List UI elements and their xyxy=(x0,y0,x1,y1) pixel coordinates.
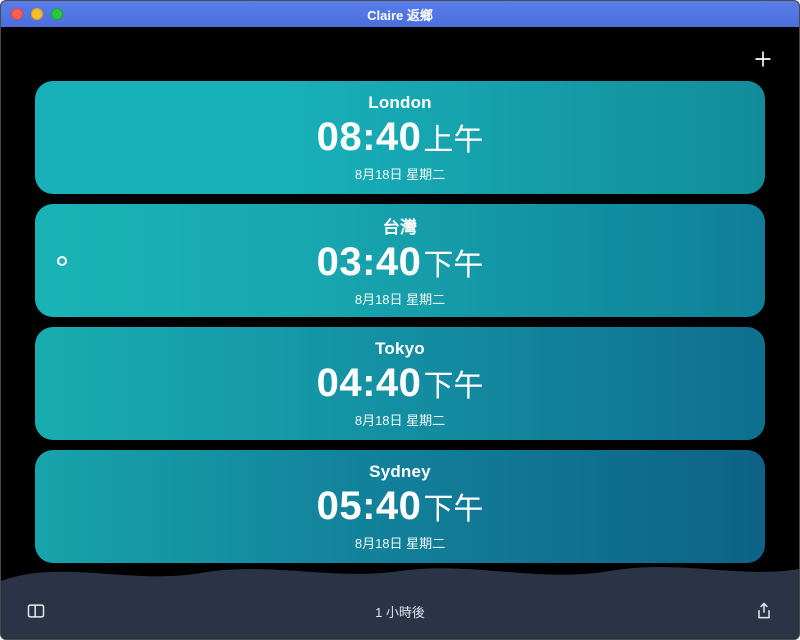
app-window: Claire 返鄉 London 08:40 上午 8月18日 星期二 台灣 xyxy=(0,0,800,640)
city-card[interactable]: 台灣 03:40 下午 8月18日 星期二 xyxy=(35,204,765,317)
plus-icon xyxy=(753,49,773,69)
city-date: 8月18日 星期二 xyxy=(355,164,445,183)
window-title: Claire 返鄉 xyxy=(1,5,799,24)
titlebar[interactable]: Claire 返鄉 xyxy=(1,1,799,27)
city-name: London xyxy=(368,93,432,113)
content-area: London 08:40 上午 8月18日 星期二 台灣 03:40 下午 8月… xyxy=(1,27,799,639)
city-card[interactable]: Sydney 05:40 下午 8月18日 星期二 xyxy=(35,450,765,563)
city-ampm: 下午 xyxy=(423,240,483,284)
city-date: 8月18日 星期二 xyxy=(355,289,445,308)
city-name: 台灣 xyxy=(383,213,417,238)
city-time: 08:40 xyxy=(317,115,422,160)
close-window-button[interactable] xyxy=(11,8,23,20)
city-card[interactable]: London 08:40 上午 8月18日 星期二 xyxy=(35,81,765,194)
city-time-row: 03:40 下午 xyxy=(317,240,484,285)
city-time-row: 08:40 上午 xyxy=(317,115,484,160)
city-time-row: 05:40 下午 xyxy=(317,484,484,529)
city-time: 03:40 xyxy=(317,240,422,285)
city-time: 04:40 xyxy=(317,361,422,406)
city-card[interactable]: Tokyo 04:40 下午 8月18日 星期二 xyxy=(35,327,765,440)
add-city-button[interactable] xyxy=(749,45,777,73)
city-ampm: 下午 xyxy=(423,361,483,405)
minimize-window-button[interactable] xyxy=(31,8,43,20)
city-time-row: 04:40 下午 xyxy=(317,361,484,406)
city-ampm: 上午 xyxy=(423,115,483,159)
window-controls xyxy=(1,8,63,20)
city-date: 8月18日 星期二 xyxy=(355,410,445,429)
footer-bar: 1 小時後 xyxy=(1,583,799,639)
city-name: Sydney xyxy=(369,462,431,482)
zoom-window-button[interactable] xyxy=(51,8,63,20)
current-location-indicator-icon xyxy=(57,256,67,266)
city-name: Tokyo xyxy=(375,339,425,359)
city-list: London 08:40 上午 8月18日 星期二 台灣 03:40 下午 8月… xyxy=(35,81,765,563)
city-date: 8月18日 星期二 xyxy=(355,533,445,552)
time-offset-label: 1 小時後 xyxy=(1,602,799,621)
city-time: 05:40 xyxy=(317,484,422,529)
city-ampm: 下午 xyxy=(423,484,483,528)
